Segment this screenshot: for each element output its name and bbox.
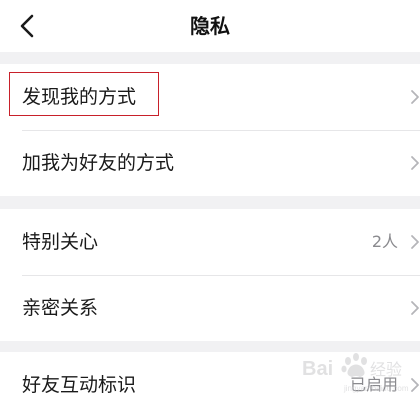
setting-label: 发现我的方式 [22, 86, 137, 108]
setting-label: 特别关心 [22, 231, 99, 253]
chevron-right-icon [408, 299, 420, 317]
setting-row-close-relationship[interactable]: 亲密关系 [0, 275, 420, 341]
page-title: 隐私 [190, 14, 230, 38]
setting-value: 2人 [371, 232, 398, 251]
chevron-right-icon [408, 233, 420, 251]
setting-label: 好友互动标识 [22, 374, 137, 396]
chevron-right-icon [408, 154, 420, 172]
navigation-bar: 隐私 [0, 0, 420, 52]
settings-group-relations: 特别关心 2人 亲密关系 [0, 209, 420, 341]
setting-row-friend-interaction-badge[interactable]: 好友互动标识 已启用 [0, 352, 420, 418]
setting-row-add-friend[interactable]: 加我为好友的方式 [0, 130, 420, 196]
setting-label: 加我为好友的方式 [22, 152, 175, 174]
chevron-right-icon [408, 88, 420, 106]
setting-value: 已启用 [349, 375, 398, 394]
chevron-right-icon [408, 376, 420, 394]
settings-group-discovery: 发现我的方式 加我为好友的方式 [0, 64, 420, 196]
setting-row-discover-me[interactable]: 发现我的方式 [0, 64, 420, 130]
settings-group-interaction: 好友互动标识 已启用 [0, 352, 420, 418]
setting-label: 亲密关系 [22, 297, 99, 319]
setting-row-special-care[interactable]: 特别关心 2人 [0, 209, 420, 275]
